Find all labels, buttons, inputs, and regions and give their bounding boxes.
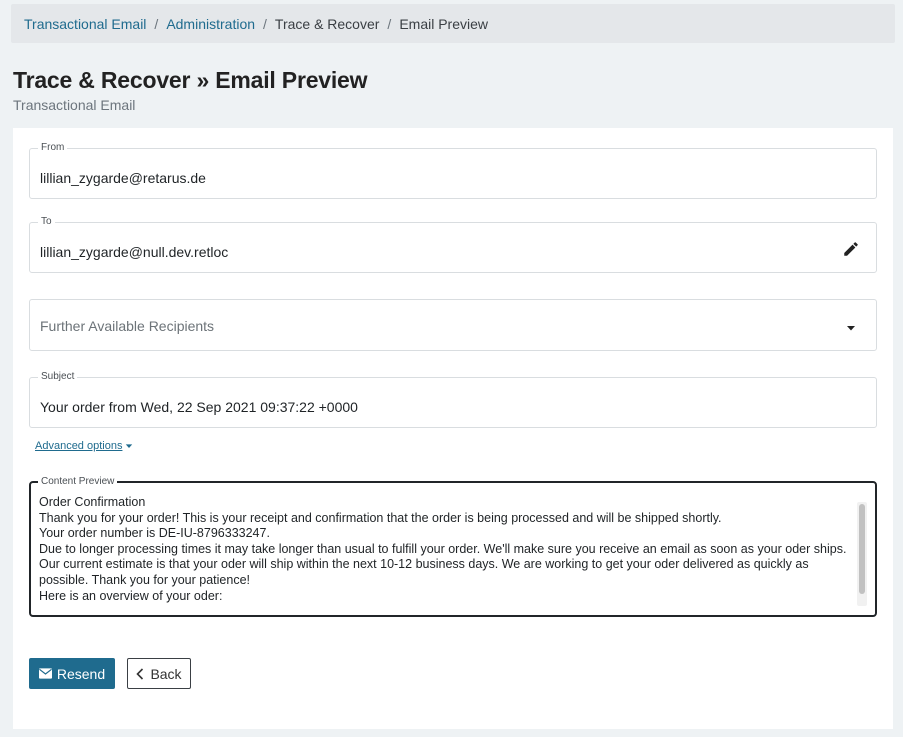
breadcrumb-link-transactional-email[interactable]: Transactional Email — [24, 16, 146, 32]
preview-scrollbar-thumb[interactable] — [859, 504, 865, 594]
content-line: Your order number is DE-IU-8796333247. — [39, 526, 270, 541]
to-value: lillian_zygarde@null.dev.retloc — [40, 244, 229, 260]
breadcrumb-separator: / — [387, 15, 392, 32]
subject-field[interactable]: Subject Your order from Wed, 22 Sep 2021… — [29, 370, 877, 428]
back-label: Back — [150, 665, 182, 682]
content-line: Here is an overview of your oder: — [39, 588, 223, 603]
chevron-left-icon — [136, 667, 144, 680]
page-subtitle: Transactional Email — [13, 97, 136, 113]
content-line: Order Confirmation — [39, 495, 146, 509]
from-value: lillian_zygarde@retarus.de — [40, 170, 206, 186]
from-label: From — [38, 141, 68, 155]
caret-down-icon — [126, 444, 133, 448]
back-button[interactable]: Back — [127, 658, 191, 689]
from-field[interactable]: From lillian_zygarde@retarus.de — [29, 141, 877, 199]
to-field[interactable]: To lillian_zygarde@null.dev.retloc — [29, 215, 877, 273]
breadcrumb-separator: / — [154, 15, 159, 32]
subject-label: Subject — [38, 370, 78, 384]
breadcrumb: Transactional Email / Administration / T… — [11, 4, 895, 43]
breadcrumb-item-email-preview: Email Preview — [399, 15, 489, 32]
to-label: To — [38, 215, 55, 229]
advanced-options-label: Advanced options — [35, 440, 123, 452]
breadcrumb-separator: / — [263, 15, 267, 32]
content-line: Due to longer processing times it may ta… — [39, 541, 847, 587]
breadcrumb-link-administration[interactable]: Administration — [166, 16, 255, 32]
preview-scrollbar[interactable] — [857, 502, 867, 606]
resend-button[interactable]: Resend — [29, 658, 115, 689]
further-recipients-select[interactable]: Further Available Recipients — [29, 299, 877, 351]
page-title: Trace & Recover » Email Preview — [13, 67, 368, 93]
email-preview-card: From lillian_zygarde@retarus.de To lilli… — [13, 128, 893, 729]
content-preview-text: Order Confirmation Thank you for your or… — [39, 495, 857, 605]
caret-down-icon — [846, 320, 856, 338]
content-line: Thank you for your order! This is your r… — [39, 510, 722, 525]
envelope-icon — [38, 668, 52, 679]
content-preview-label: Content Preview — [38, 475, 118, 489]
pencil-icon[interactable] — [842, 240, 860, 263]
content-preview[interactable]: Content Preview Order Confirmation Thank… — [29, 475, 877, 617]
further-recipients-placeholder: Further Available Recipients — [40, 318, 215, 334]
resend-label: Resend — [56, 665, 106, 682]
breadcrumb-item-trace-recover: Trace & Recover — [274, 15, 380, 32]
subject-value: Your order from Wed, 22 Sep 2021 09:37:2… — [40, 399, 358, 415]
advanced-options-link[interactable]: Advanced options — [35, 440, 133, 452]
